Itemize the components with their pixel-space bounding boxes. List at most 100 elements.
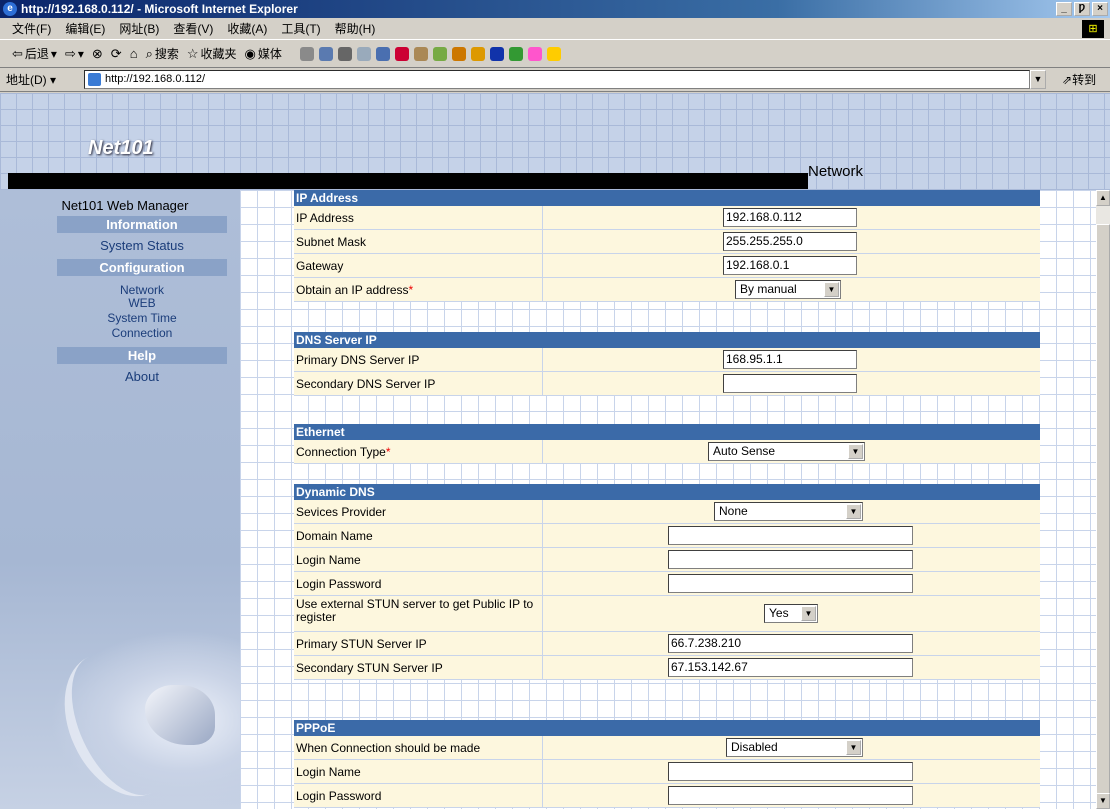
favorites-button[interactable]: ☆ 收藏夹 bbox=[187, 45, 237, 62]
pppoe-section: PPPoE When Connection should be made Disa… bbox=[294, 720, 1040, 808]
form-row: Secondary STUN Server IP 67.153.142.67 bbox=[294, 656, 1040, 680]
menu-tools[interactable]: 工具(T) bbox=[281, 20, 320, 37]
restore-button[interactable]: Ƿ bbox=[1074, 2, 1090, 16]
ddns-login-name-label: Login Name bbox=[296, 553, 361, 567]
decorative-hand-image bbox=[42, 630, 240, 809]
section-title: Network bbox=[808, 163, 864, 180]
address-input[interactable]: http://192.168.0.112/ bbox=[84, 70, 1030, 89]
address-bar: 地址(D) ▾ http://192.168.0.112/ ▼ ⇗转到 bbox=[0, 68, 1110, 92]
connection-when-select[interactable]: Disabled ▼ bbox=[726, 738, 863, 757]
window-title: http://192.168.0.112/ - Microsoft Intern… bbox=[21, 2, 298, 16]
scroll-down-button[interactable]: ▼ bbox=[1096, 793, 1110, 809]
banner-bar bbox=[8, 173, 808, 189]
form-row: Subnet Mask 255.255.255.0 bbox=[294, 230, 1040, 254]
primary-dns-input[interactable]: 168.95.1.1 bbox=[723, 350, 857, 369]
plugin7-icon[interactable] bbox=[546, 46, 561, 61]
ddns-login-name-input[interactable] bbox=[668, 550, 913, 569]
ip-address-label: IP Address bbox=[296, 211, 354, 225]
primary-stun-label: Primary STUN Server IP bbox=[296, 637, 427, 651]
plugin-icon[interactable] bbox=[432, 46, 447, 61]
addon-icon[interactable] bbox=[394, 46, 409, 61]
refresh-icon: ⟳ bbox=[110, 45, 122, 61]
forward-arrow-icon: ⇨ bbox=[64, 45, 76, 61]
menu-favorites[interactable]: 收藏(A) bbox=[227, 20, 267, 37]
form-row: Login Password bbox=[294, 784, 1040, 808]
ddns-login-password-label: Login Password bbox=[296, 577, 382, 591]
sidebar-header-information: Information bbox=[57, 216, 227, 233]
home-button[interactable]: ⌂ bbox=[130, 46, 138, 61]
back-button[interactable]: ⇦ 后退 ▾ bbox=[12, 45, 57, 62]
go-label: 转到 bbox=[1072, 73, 1097, 87]
sidebar-title: Net101 Web Manager bbox=[61, 198, 189, 213]
sidebar-item-connection[interactable]: Connection bbox=[57, 327, 227, 340]
media-button[interactable]: ◉ 媒体 bbox=[245, 45, 282, 62]
sidebar-item-system-status[interactable]: System Status bbox=[57, 238, 227, 253]
plugin6-icon[interactable] bbox=[527, 46, 542, 61]
secondary-stun-input[interactable]: 67.153.142.67 bbox=[668, 658, 913, 677]
ip-address-section: IP Address IP Address 192.168.0.112 Subne… bbox=[294, 190, 1040, 302]
services-provider-select[interactable]: None ▼ bbox=[714, 502, 863, 521]
discuss-icon[interactable] bbox=[375, 46, 390, 61]
dns-section: DNS Server IP Primary DNS Server IP 168.9… bbox=[294, 332, 1040, 396]
mail-icon[interactable] bbox=[318, 46, 333, 61]
section-header: Ethernet bbox=[294, 424, 1040, 440]
media-icon: ◉ bbox=[244, 45, 256, 61]
page-icon bbox=[88, 73, 101, 86]
history-icon[interactable] bbox=[299, 46, 314, 61]
form-row: Login Name bbox=[294, 760, 1040, 784]
section-header: DNS Server IP bbox=[294, 332, 1040, 348]
pppoe-login-password-input[interactable] bbox=[668, 786, 913, 805]
subnet-mask-input[interactable]: 255.255.255.0 bbox=[723, 232, 857, 251]
obtain-ip-select[interactable]: By manual ▼ bbox=[735, 280, 841, 299]
sidebar-item-system-time[interactable]: System Time bbox=[57, 312, 227, 325]
sidebar-item-web[interactable]: WEB bbox=[57, 297, 227, 310]
scrollbar-thumb[interactable] bbox=[1096, 224, 1110, 794]
vertical-scrollbar[interactable]: ▲ ▼ bbox=[1096, 190, 1110, 809]
search-icon: ⌕ bbox=[145, 45, 153, 61]
connection-when-label: When Connection should be made bbox=[296, 741, 481, 755]
address-dropdown-button[interactable]: ▼ bbox=[1030, 70, 1046, 89]
menu-address[interactable]: 网址(B) bbox=[119, 20, 159, 37]
chevron-down-icon: ▼ bbox=[801, 606, 816, 621]
ddns-login-password-input[interactable] bbox=[668, 574, 913, 593]
minimize-button[interactable]: _ bbox=[1056, 2, 1072, 16]
pppoe-login-name-input[interactable] bbox=[668, 762, 913, 781]
menu-edit[interactable]: 编辑(E) bbox=[65, 20, 105, 37]
close-button[interactable]: × bbox=[1092, 2, 1108, 16]
scroll-up-button[interactable]: ▲ bbox=[1096, 190, 1110, 206]
domain-name-input[interactable] bbox=[668, 526, 913, 545]
form-row: When Connection should be made Disabled ▼ bbox=[294, 736, 1040, 760]
chevron-down-icon: ▼ bbox=[846, 504, 861, 519]
toolbar-icon-row bbox=[299, 46, 561, 61]
sidebar-header-help: Help bbox=[57, 347, 227, 364]
messenger-icon[interactable] bbox=[413, 46, 428, 61]
stop-button[interactable]: ⊗ bbox=[92, 46, 103, 62]
form-row: Login Password bbox=[294, 572, 1040, 596]
menu-view[interactable]: 查看(V) bbox=[173, 20, 213, 37]
go-button[interactable]: ⇗转到 bbox=[1062, 71, 1096, 88]
use-stun-select[interactable]: Yes ▼ bbox=[764, 604, 818, 623]
menu-help[interactable]: 帮助(H) bbox=[335, 20, 376, 37]
secondary-stun-label: Secondary STUN Server IP bbox=[296, 661, 443, 675]
print-icon[interactable] bbox=[337, 46, 352, 61]
plugin2-icon[interactable] bbox=[451, 46, 466, 61]
secondary-dns-input[interactable] bbox=[723, 374, 857, 393]
forward-button[interactable]: ⇨ ▾ bbox=[65, 46, 84, 62]
ip-address-input[interactable]: 192.168.0.112 bbox=[723, 208, 857, 227]
plugin5-icon[interactable] bbox=[508, 46, 523, 61]
form-row: Secondary DNS Server IP bbox=[294, 372, 1040, 396]
refresh-button[interactable]: ⟳ bbox=[111, 46, 122, 62]
plugin4-icon[interactable] bbox=[489, 46, 504, 61]
menu-file[interactable]: 文件(F) bbox=[12, 20, 51, 37]
primary-stun-input[interactable]: 66.7.238.210 bbox=[668, 634, 913, 653]
edit-icon[interactable] bbox=[356, 46, 371, 61]
sidebar-item-about[interactable]: About bbox=[57, 369, 227, 384]
plugin3-icon[interactable] bbox=[470, 46, 485, 61]
window-titlebar: e http://192.168.0.112/ - Microsoft Inter… bbox=[0, 0, 1110, 18]
form-row: Use external STUN server to get Public I… bbox=[294, 596, 1040, 632]
search-button[interactable]: ⌕ 搜索 bbox=[146, 45, 179, 62]
primary-dns-label: Primary DNS Server IP bbox=[296, 353, 420, 367]
connection-type-select[interactable]: Auto Sense ▼ bbox=[708, 442, 865, 461]
gateway-input[interactable]: 192.168.0.1 bbox=[723, 256, 857, 275]
search-label: 搜索 bbox=[154, 47, 179, 61]
